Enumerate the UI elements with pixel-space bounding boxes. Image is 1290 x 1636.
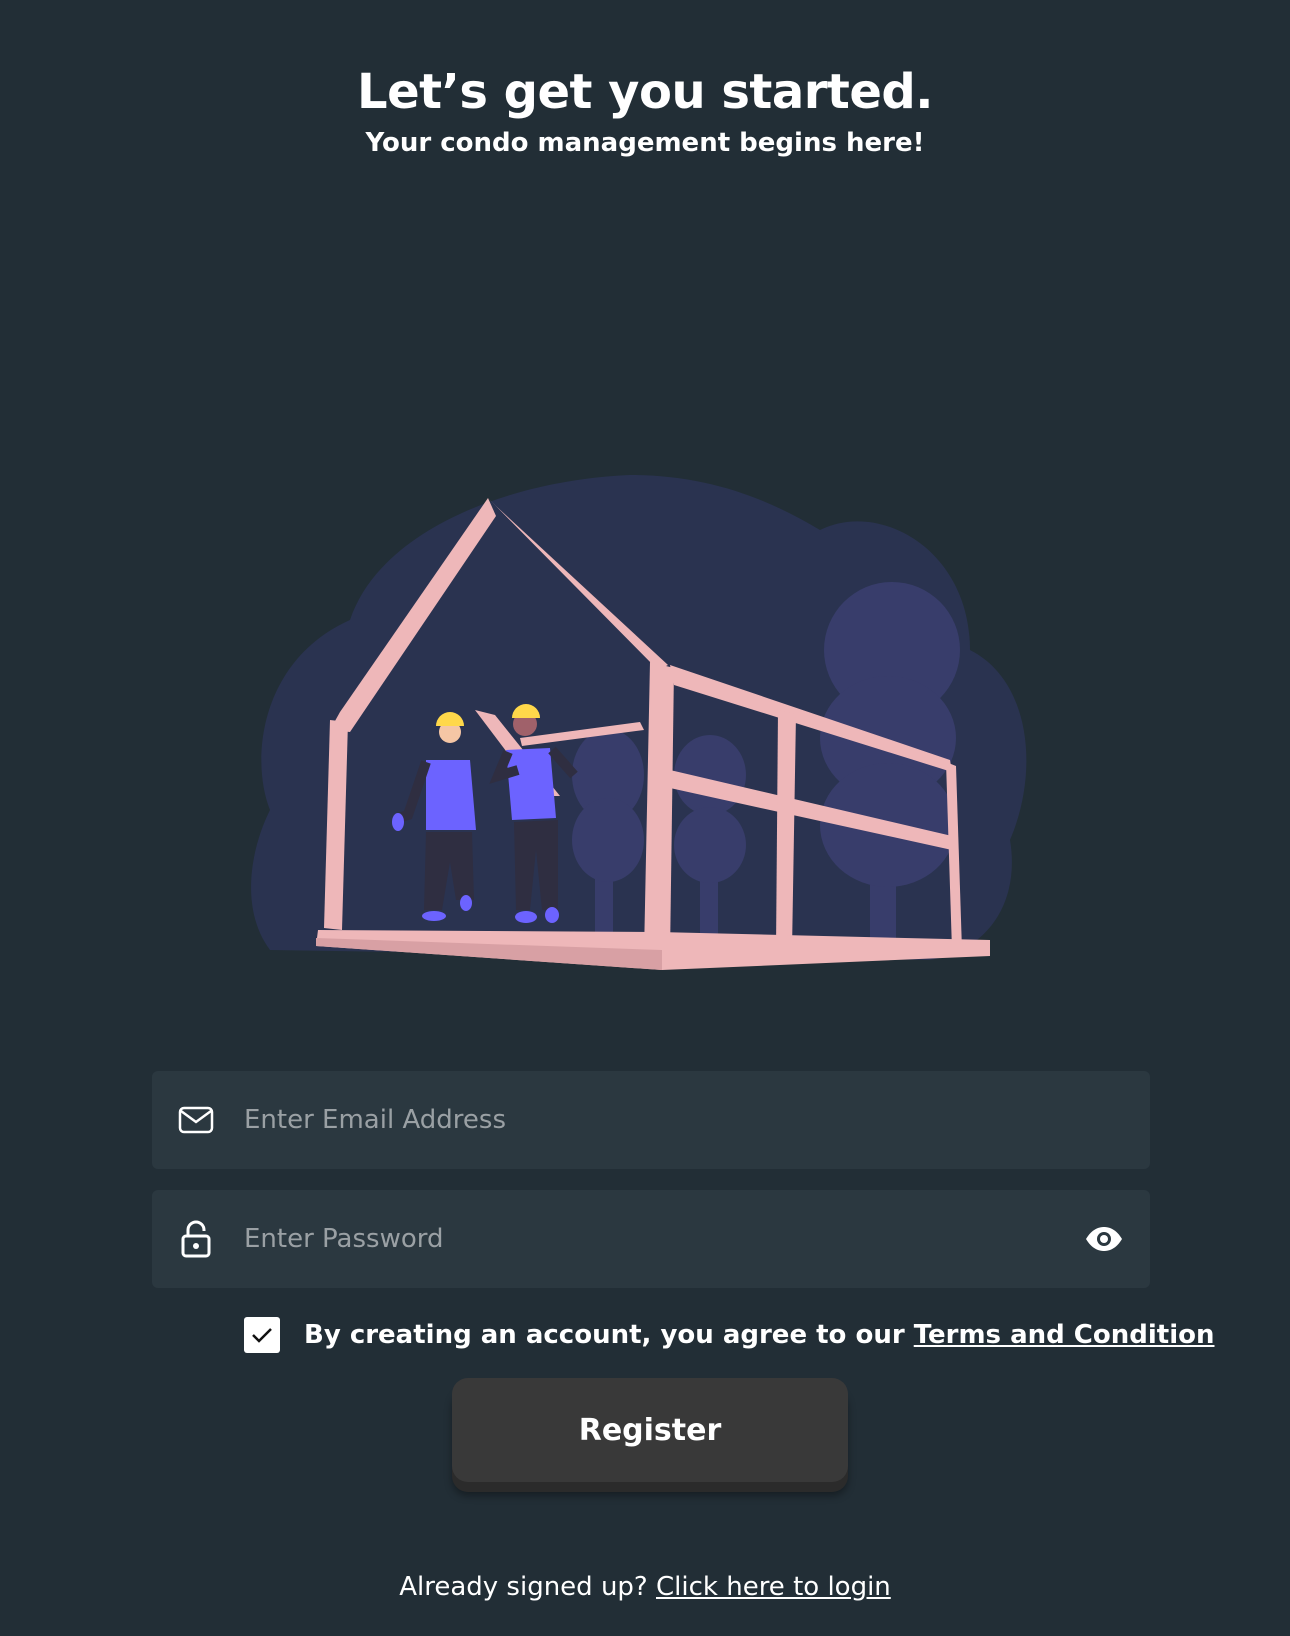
terms-link[interactable]: Terms and Condition — [914, 1320, 1215, 1350]
eye-icon[interactable] — [1082, 1217, 1126, 1261]
lock-icon — [176, 1219, 216, 1259]
password-input[interactable] — [242, 1208, 1082, 1270]
mail-icon — [176, 1100, 216, 1140]
email-input[interactable] — [242, 1089, 1150, 1151]
password-field[interactable] — [152, 1190, 1150, 1288]
email-field[interactable] — [152, 1071, 1150, 1169]
page-subtitle: Your condo management begins here! — [365, 128, 925, 158]
terms-label: By creating an account, you agree to our — [304, 1320, 914, 1350]
login-prompt: Already signed up? Click here to login — [0, 1572, 1290, 1602]
construction-illustration — [251, 475, 1027, 970]
terms-checkbox[interactable] — [244, 1317, 280, 1353]
login-prompt-text: Already signed up? — [399, 1572, 656, 1602]
terms-text: By creating an account, you agree to our… — [304, 1320, 1214, 1350]
page-title: Let’s get you started. — [357, 64, 934, 120]
register-button[interactable]: Register — [452, 1378, 848, 1482]
login-link[interactable]: Click here to login — [656, 1572, 891, 1602]
terms-agreement: By creating an account, you agree to our… — [244, 1317, 1214, 1353]
page-heading: Let’s get you started. Your condo manage… — [0, 58, 1290, 160]
check-icon — [252, 1328, 272, 1343]
